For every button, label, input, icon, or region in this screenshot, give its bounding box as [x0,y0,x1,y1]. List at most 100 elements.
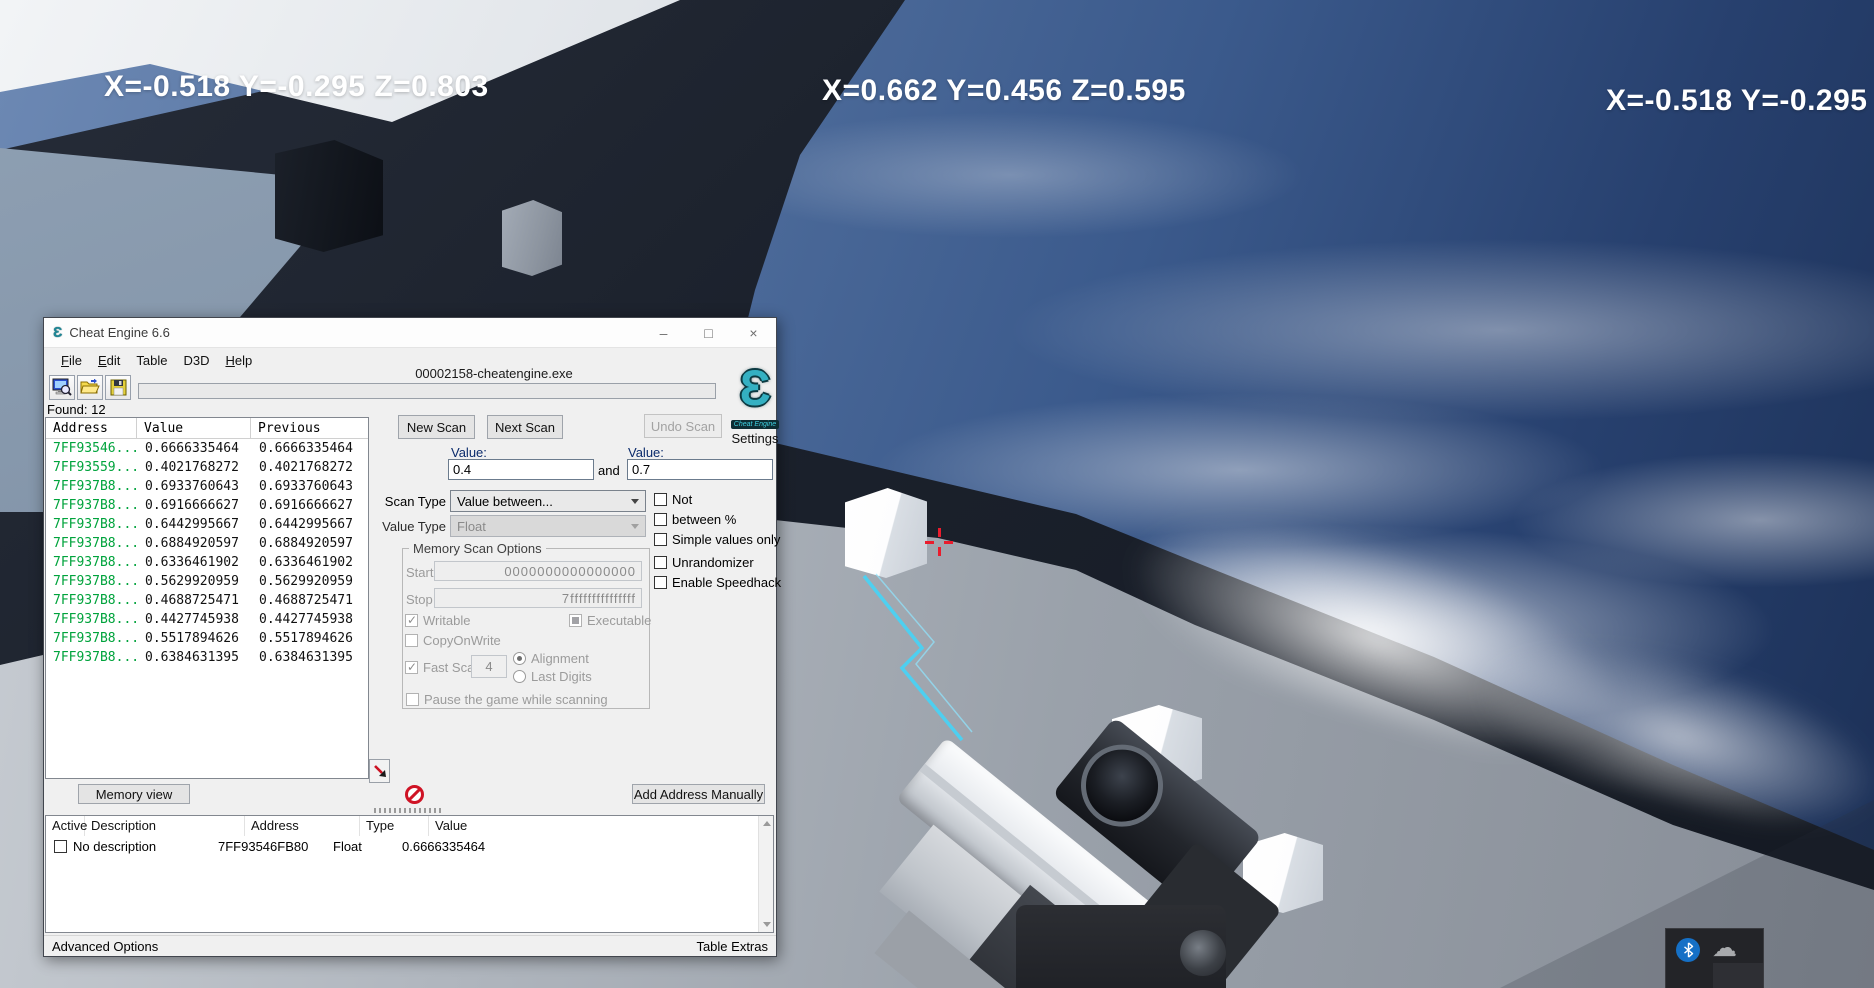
save-icon [110,379,127,396]
scan-type-value: Value between... [457,494,553,509]
last-digits-radio[interactable] [513,670,526,683]
new-scan-button[interactable]: New Scan [398,415,475,439]
and-label: and [598,463,620,478]
scan-type-dropdown[interactable]: Value between... [450,490,646,512]
memory-view-button[interactable]: Memory view [78,784,190,804]
start-address-input[interactable] [434,561,642,581]
save-table-button[interactable] [105,375,131,400]
onedrive-cloud-icon[interactable]: ☁ [1712,933,1737,962]
scan-results-list[interactable]: Address Value Previous 7FF93546...0.6666… [45,417,369,779]
menu-d3d[interactable]: D3D [175,351,217,370]
not-checkbox[interactable] [654,493,667,506]
column-address: Address [245,816,360,836]
scan-result-row[interactable]: 7FF937B8...0.68849205970.6884920597 [46,534,368,553]
scan-result-row[interactable]: 7FF937B8...0.46887254710.4688725471 [46,591,368,610]
row-description: No description [67,839,212,854]
value-type-dropdown: Float [450,515,646,537]
maximize-button[interactable]: □ [686,318,731,347]
fast-scan-alignment-input[interactable] [471,655,507,678]
vertical-scrollbar[interactable] [758,816,773,932]
table-extras-link[interactable]: Table Extras [696,939,768,954]
between-percent-label: between % [672,512,736,527]
writable-label: Writable [423,613,470,628]
value-label-right: Value: [628,445,664,460]
crosshair-icon [925,528,953,556]
scan-result-row[interactable]: 7FF937B8...0.69166666270.6916666627 [46,496,368,515]
scan-result-row[interactable]: 7FF937B8...0.69337606430.6933760643 [46,477,368,496]
memory-scan-options-group: Memory Scan Options Start Stop Writable … [402,548,650,709]
advanced-options-link[interactable]: Advanced Options [52,939,158,954]
next-scan-button[interactable]: Next Scan [487,415,563,439]
between-percent-checkbox[interactable] [654,513,667,526]
menu-edit[interactable]: Edit [90,351,128,370]
scan-result-row[interactable]: 7FF937B8...0.64429956670.6442995667 [46,515,368,534]
scan-result-row[interactable]: 7FF937B8...0.44277459380.4427745938 [46,610,368,629]
add-address-manually-button[interactable]: Add Address Manually [632,784,765,804]
value-type-label: Value Type [371,519,446,534]
cheat-engine-window: Ɛ Cheat Engine 6.6 – □ × File Edit Table… [43,317,777,957]
pause-game-checkbox[interactable] [406,693,419,706]
alignment-radio[interactable] [513,652,526,665]
settings-label: Settings [716,431,794,446]
scan-result-row[interactable]: 7FF93559...0.40217682720.4021768272 [46,458,368,477]
column-value: Value [429,816,773,836]
last-digits-label: Last Digits [531,669,592,684]
cheat-engine-logo-icon: Ɛ [716,362,794,414]
menu-help[interactable]: Help [217,351,260,370]
active-checkbox[interactable] [54,840,67,853]
splitter-handle[interactable] [374,808,444,813]
column-address: Address [46,418,137,439]
scroll-up-icon[interactable] [763,821,771,826]
value-to-input[interactable] [627,459,773,480]
settings-button[interactable]: Ɛ Cheat Engine Settings [716,362,794,446]
coords-overlay-left: X=-0.518 Y=-0.295 Z=0.803 [104,70,489,104]
title-bar[interactable]: Ɛ Cheat Engine 6.6 – □ × [44,318,776,348]
address-list-row[interactable]: No description 7FF93546FB80 Float 0.6666… [46,836,773,856]
value-from-input[interactable] [448,459,594,480]
screen: X=-0.518 Y=-0.295 Z=0.803 X=0.662 Y=0.45… [0,0,1874,988]
coords-overlay-center: X=0.662 Y=0.456 Z=0.595 [822,74,1186,108]
scan-result-row[interactable]: 7FF93546...0.66663354640.6666335464 [46,439,368,458]
executable-checkbox[interactable] [569,614,582,627]
gun-knob [1180,930,1226,976]
column-value: Value [137,418,251,439]
menu-file[interactable]: File [53,351,90,370]
value-type-value: Float [457,519,486,534]
scroll-down-icon[interactable] [763,922,771,927]
menu-table[interactable]: Table [128,351,175,370]
enable-speedhack-checkbox[interactable] [654,576,667,589]
add-selected-addresses-button[interactable] [369,759,390,783]
scan-result-row[interactable]: 7FF937B8...0.63846313950.6384631395 [46,648,368,667]
stop-address-input[interactable] [434,588,642,608]
scan-result-row[interactable]: 7FF937B8...0.63364619020.6336461902 [46,553,368,572]
simple-values-checkbox[interactable] [654,533,667,546]
scan-result-row[interactable]: 7FF937B8...0.55178946260.5517894626 [46,629,368,648]
scan-result-row[interactable]: 7FF937B8...0.56299209590.5629920959 [46,572,368,591]
select-process-button[interactable] [49,375,75,400]
gray-cube [502,200,562,276]
bluetooth-icon[interactable] [1676,938,1700,962]
logo-caption: Cheat Engine [731,420,779,429]
scan-type-label: Scan Type [374,494,446,509]
copyonwrite-checkbox[interactable] [405,634,418,647]
row-address: 7FF93546FB80 [212,839,327,854]
close-button[interactable]: × [731,318,776,347]
blue-tracer-streaks [850,572,1000,747]
memory-scan-options-title: Memory Scan Options [409,541,546,556]
open-table-button[interactable] [77,375,103,400]
row-type: Float [327,839,396,854]
cancel-scan-icon[interactable] [405,785,424,804]
address-list-header: Active Description Address Type Value [46,816,773,836]
scan-results-header: Address Value Previous [46,418,368,439]
chevron-down-icon [631,524,639,529]
row-value: 0.6666335464 [396,839,485,854]
found-count-label: Found: 12 [47,402,106,417]
fast-scan-checkbox[interactable] [405,661,418,674]
simple-values-label: Simple values only [672,532,780,547]
minimize-button[interactable]: – [641,318,686,347]
address-list-table[interactable]: Active Description Address Type Value No… [45,815,774,933]
stop-label: Stop [406,592,433,607]
writable-checkbox[interactable] [405,614,418,627]
unrandomizer-checkbox[interactable] [654,556,667,569]
system-tray-popup: ☁ [1665,928,1764,988]
